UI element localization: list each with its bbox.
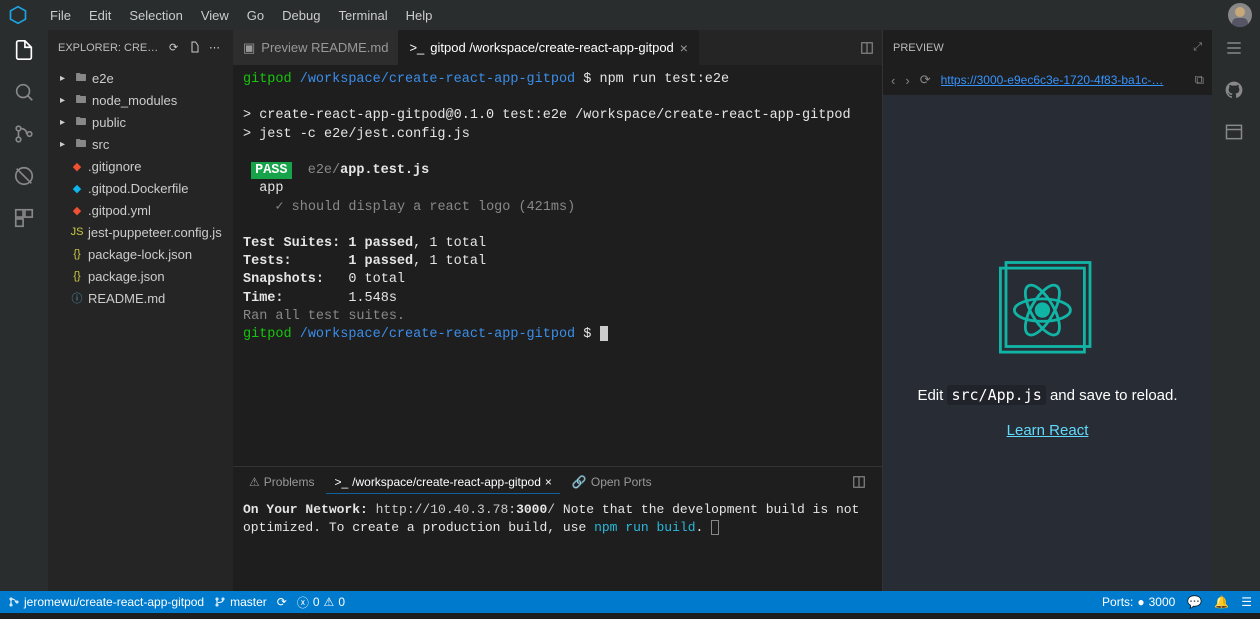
editor-tabs: ▣Preview README.md >_gitpod /workspace/c… bbox=[233, 30, 882, 65]
tree-item-gitpod-yml[interactable]: ◆.gitpod.yml bbox=[48, 199, 233, 221]
gitpod-logo bbox=[8, 5, 28, 25]
preview-header: PREVIEW ⤢ bbox=[883, 30, 1212, 65]
tree-item-readme[interactable]: ⓘREADME.md bbox=[48, 287, 233, 309]
close-icon[interactable]: × bbox=[545, 475, 552, 489]
browser-icon[interactable] bbox=[1224, 122, 1248, 146]
outline-icon[interactable] bbox=[1224, 38, 1248, 62]
terminal-tab-icon: >_ bbox=[409, 40, 424, 55]
tree-item-package-lock[interactable]: {}package-lock.json bbox=[48, 243, 233, 265]
status-ports[interactable]: Ports: ● 3000 bbox=[1102, 595, 1175, 609]
status-feedback-icon[interactable]: 💬 bbox=[1187, 595, 1202, 609]
status-menu-icon[interactable]: ☰ bbox=[1241, 595, 1252, 609]
status-bar: jeromewu/create-react-app-gitpod master … bbox=[0, 591, 1260, 613]
file-tree: ▸🖿e2e ▸🖿node_modules ▸🖿public ▸🖿src ◆.gi… bbox=[48, 65, 233, 311]
refresh-icon[interactable]: ⟳ bbox=[169, 41, 183, 55]
react-logo-icon bbox=[978, 248, 1118, 368]
panel-tabs: ⚠Problems >_/workspace/create-react-app-… bbox=[233, 467, 882, 497]
split-panel-icon[interactable] bbox=[852, 475, 866, 489]
tree-item-gitignore[interactable]: ◆.gitignore bbox=[48, 155, 233, 177]
link-icon: 🔗 bbox=[572, 475, 587, 489]
preview-body: Edit src/App.js and save to reload. Lear… bbox=[883, 95, 1212, 591]
reload-icon[interactable]: ⟳ bbox=[920, 72, 931, 88]
explorer-header: EXPLORER: CREA… ⟳ ⋯ bbox=[48, 30, 233, 65]
menu-debug[interactable]: Debug bbox=[274, 4, 328, 27]
new-file-icon[interactable] bbox=[189, 41, 203, 55]
tree-item-e2e[interactable]: ▸🖿e2e bbox=[48, 67, 233, 89]
tab-actions bbox=[852, 41, 882, 55]
menu-edit[interactable]: Edit bbox=[81, 4, 119, 27]
explorer-title: EXPLORER: CREA… bbox=[58, 42, 163, 54]
panel-terminal[interactable]: On Your Network: http://10.40.3.78:3000/… bbox=[233, 497, 882, 591]
search-icon[interactable] bbox=[12, 80, 36, 104]
explorer-icon[interactable] bbox=[12, 38, 36, 62]
top-menu-bar: File Edit Selection View Go Debug Termin… bbox=[0, 0, 1260, 30]
close-icon[interactable]: × bbox=[680, 40, 688, 56]
status-problems[interactable]: ⓧ 0 ⚠ 0 bbox=[297, 594, 345, 611]
right-activity-bar bbox=[1212, 30, 1260, 591]
tree-item-node-modules[interactable]: ▸🖿node_modules bbox=[48, 89, 233, 111]
bottom-panel: ⚠Problems >_/workspace/create-react-app-… bbox=[233, 466, 882, 591]
preview-tab-icon: ▣ bbox=[243, 40, 255, 56]
terminal-cursor bbox=[600, 326, 608, 341]
preview-pane: PREVIEW ⤢ ‹ › ⟳ https://3000-e9ec6c3e-17… bbox=[882, 30, 1212, 591]
forward-icon[interactable]: › bbox=[905, 73, 909, 88]
menu-help[interactable]: Help bbox=[398, 4, 441, 27]
activity-bar bbox=[0, 30, 48, 591]
learn-react-link[interactable]: Learn React bbox=[1007, 422, 1089, 439]
menu-go[interactable]: Go bbox=[239, 4, 272, 27]
status-sync[interactable]: ⟳ bbox=[277, 595, 287, 609]
open-window-icon[interactable]: ⧉ bbox=[1195, 72, 1204, 88]
preview-url[interactable]: https://3000-e9ec6c3e-1720-4f83-ba1c-… bbox=[941, 73, 1185, 87]
menu-view[interactable]: View bbox=[193, 4, 237, 27]
tab-terminal[interactable]: >_gitpod /workspace/create-react-app-git… bbox=[399, 30, 699, 65]
back-icon[interactable]: ‹ bbox=[891, 73, 895, 88]
status-bell-icon[interactable]: 🔔 bbox=[1214, 595, 1229, 609]
more-icon[interactable]: ⋯ bbox=[209, 41, 223, 55]
preview-title: PREVIEW bbox=[893, 42, 944, 54]
tree-item-src[interactable]: ▸🖿src bbox=[48, 133, 233, 155]
tree-item-jest-config[interactable]: JSjest-puppeteer.config.js bbox=[48, 221, 233, 243]
alert-icon: ⚠ bbox=[249, 475, 260, 489]
tree-item-public[interactable]: ▸🖿public bbox=[48, 111, 233, 133]
explorer-sidebar: EXPLORER: CREA… ⟳ ⋯ ▸🖿e2e ▸🖿node_modules… bbox=[48, 30, 233, 591]
source-control-icon[interactable] bbox=[12, 122, 36, 146]
extensions-icon[interactable] bbox=[12, 206, 36, 230]
github-icon[interactable] bbox=[1224, 80, 1248, 104]
menu-file[interactable]: File bbox=[42, 4, 79, 27]
preview-edit-text: Edit src/App.js and save to reload. bbox=[917, 386, 1177, 404]
preview-toolbar: ‹ › ⟳ https://3000-e9ec6c3e-1720-4f83-ba… bbox=[883, 65, 1212, 95]
user-avatar[interactable] bbox=[1228, 3, 1252, 27]
menu-selection[interactable]: Selection bbox=[121, 4, 190, 27]
menu-terminal[interactable]: Terminal bbox=[330, 4, 395, 27]
editor-area: ▣Preview README.md >_gitpod /workspace/c… bbox=[233, 30, 882, 591]
debug-icon[interactable] bbox=[12, 164, 36, 188]
panel-tab-ports[interactable]: 🔗Open Ports bbox=[564, 471, 660, 493]
open-external-icon[interactable]: ⤢ bbox=[1193, 41, 1202, 54]
terminal-panel-icon: >_ bbox=[334, 475, 348, 489]
status-branch[interactable]: master bbox=[214, 595, 267, 609]
tree-item-dockerfile[interactable]: ◆.gitpod.Dockerfile bbox=[48, 177, 233, 199]
tree-item-package-json[interactable]: {}package.json bbox=[48, 265, 233, 287]
status-repo[interactable]: jeromewu/create-react-app-gitpod bbox=[8, 595, 204, 609]
panel-tab-terminal[interactable]: >_/workspace/create-react-app-gitpod × bbox=[326, 471, 559, 494]
tab-preview-readme[interactable]: ▣Preview README.md bbox=[233, 30, 399, 65]
main-terminal[interactable]: gitpod /workspace/create-react-app-gitpo… bbox=[233, 65, 882, 466]
split-editor-icon[interactable] bbox=[860, 41, 874, 55]
panel-tab-problems[interactable]: ⚠Problems bbox=[241, 471, 322, 493]
